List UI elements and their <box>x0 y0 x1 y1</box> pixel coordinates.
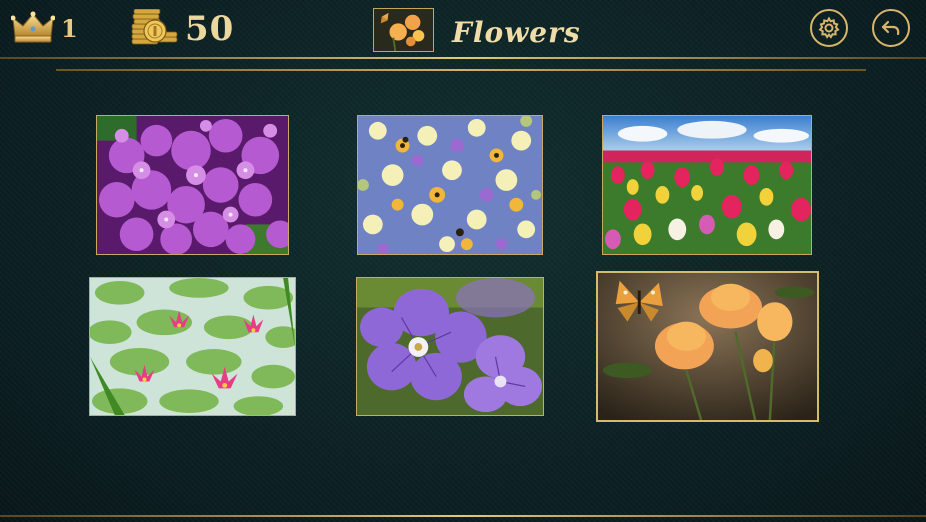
level-count: 1 <box>61 14 78 43</box>
footer-divider <box>0 515 926 517</box>
water-lilies-image <box>90 278 295 415</box>
puzzle-tile-butterfly-flowers[interactable] <box>596 271 819 422</box>
butterfly-flowers-image <box>598 273 817 420</box>
puzzle-tile-water-lilies[interactable] <box>89 277 296 416</box>
category-title: Flowers <box>452 16 581 49</box>
coin-count: 50 <box>185 9 235 49</box>
puzzle-tile-geraniums[interactable] <box>356 277 544 416</box>
geraniums-image <box>357 278 543 415</box>
lilac-image <box>97 116 288 254</box>
gear-icon <box>818 16 840 39</box>
puzzle-tile-lilac[interactable] <box>96 115 289 255</box>
header-divider <box>0 57 926 59</box>
category-thumbnail <box>373 8 434 52</box>
settings-button[interactable] <box>810 9 848 47</box>
coin-stack-icon <box>131 9 178 45</box>
wildflowers-image <box>358 116 542 254</box>
back-arrow-icon <box>881 20 900 36</box>
puzzle-tile-wildflowers[interactable] <box>357 115 543 255</box>
top-bar: 1 50 Flowers <box>0 0 926 60</box>
back-button[interactable] <box>872 9 910 47</box>
tulip-field-image <box>603 116 811 254</box>
puzzle-tile-tulip-field[interactable] <box>602 115 812 255</box>
crown-icon <box>11 11 55 43</box>
header-divider-inner <box>56 69 866 71</box>
